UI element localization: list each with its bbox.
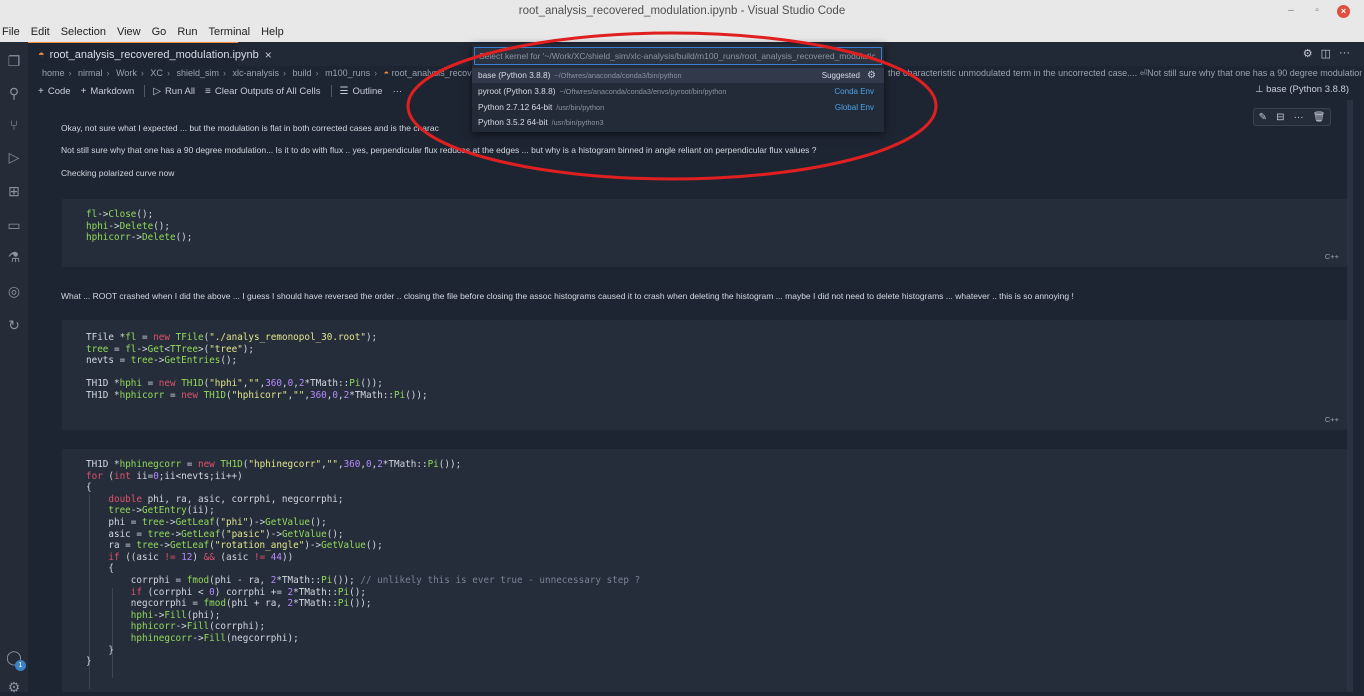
breadcrumb-item[interactable]: home — [42, 68, 65, 78]
settings-gear-icon[interactable]: ⚙ — [5, 678, 23, 696]
window-title: root_analysis_recovered_modulation.ipynb… — [518, 5, 846, 17]
run-all-button[interactable]: ▷ Run All — [153, 86, 195, 97]
add-markdown-cell-button[interactable]: + Markdown — [81, 86, 135, 97]
breadcrumb-item[interactable]: build — [293, 68, 312, 78]
code-editor[interactable]: fl->Close(); hphi->Delete(); hphicorr->D… — [86, 209, 192, 244]
menu-view[interactable]: View — [117, 26, 141, 38]
delete-trash-icon[interactable]: 🗑 — [1313, 112, 1326, 123]
maximize-icon[interactable]: ▫ — [1311, 3, 1323, 19]
breadcrumb-item[interactable]: nirmal — [78, 68, 103, 78]
run-debug-icon[interactable]: ▷ — [5, 148, 23, 166]
extensions-icon[interactable]: ⊞ — [5, 182, 23, 200]
code-cell[interactable]: TFile *fl = new TFile("./analys_remonopo… — [62, 320, 1347, 430]
breadcrumb-item[interactable]: xlc-analysis — [233, 68, 280, 78]
cell-toolbar: ✎ ⊟ ··· 🗑 — [1253, 108, 1331, 126]
kernel-icon: ⊥ — [1255, 84, 1264, 95]
notebook-file-icon: ◓ — [38, 48, 45, 61]
ai-icon[interactable]: ◎ — [5, 282, 23, 300]
outline-icon: ☰ — [339, 85, 349, 97]
close-window-icon[interactable]: × — [1337, 4, 1350, 18]
notebook-toolbar: + Code + Markdown ▷ Run All ≡ Clear Outputs … — [38, 83, 412, 99]
markdown-line: Checking polarized curve now — [61, 168, 175, 178]
clear-all-icon: ≡ — [205, 85, 211, 97]
breadcrumb-item[interactable]: XC — [150, 68, 163, 78]
cell-language-label[interactable]: C++ — [1325, 252, 1339, 261]
plus-icon: + — [38, 85, 44, 97]
split-editor-icon[interactable]: ◫ — [1321, 47, 1331, 60]
menu-file[interactable]: File — [2, 26, 20, 38]
source-control-icon[interactable]: ⑂ — [5, 116, 23, 134]
menu-selection[interactable]: Selection — [61, 26, 106, 38]
breadcrumb-item[interactable]: Work — [116, 68, 137, 78]
gear-icon[interactable]: ⚙ — [867, 68, 876, 83]
notebook-file-icon: ◓ — [383, 68, 390, 78]
code-editor[interactable]: TH1D *hphinegcorr = new TH1D("hphinegcor… — [86, 459, 640, 668]
run-all-icon: ▷ — [153, 85, 161, 97]
edit-pencil-icon[interactable]: ✎ — [1259, 112, 1267, 123]
tab-close-icon[interactable]: × — [265, 48, 272, 62]
outline-button[interactable]: ☰ Outline — [340, 86, 383, 97]
explorer-icon[interactable]: ❐ — [5, 52, 23, 70]
add-code-cell-button[interactable]: + Code — [38, 86, 71, 97]
gear-icon[interactable]: ⚙ — [1303, 47, 1313, 60]
kernel-option[interactable]: base (Python 3.8.8) ~/Oftwres/anaconda/co… — [472, 68, 884, 83]
tab-notebook[interactable]: ◓ root_analysis_recovered_modulation.ipy… — [28, 42, 272, 66]
breadcrumb-item[interactable]: shield_sim — [176, 68, 219, 78]
menu-help[interactable]: Help — [261, 26, 284, 38]
kernel-option[interactable]: pyroot (Python 3.8.8) ~/Oftwres/anaconda/… — [472, 84, 884, 99]
markdown-line: What ... ROOT crashed when I did the abo… — [61, 291, 1074, 301]
toolbar-more-button[interactable]: ··· — [393, 86, 403, 97]
activity-bar: ❐ ⚲ ⑂ ▷ ⊞ ▭ ⚗ ◎ ↻ ◯ ⚙ — [0, 42, 28, 695]
window-titlebar: root_analysis_recovered_modulation.ipynb… — [0, 0, 1364, 22]
menu-edit[interactable]: Edit — [31, 26, 50, 38]
split-cell-icon[interactable]: ⊟ — [1276, 112, 1284, 123]
code-editor[interactable]: TFile *fl = new TFile("./analys_remonopo… — [86, 332, 428, 402]
markdown-line: Not still sure why that one has a 90 deg… — [61, 145, 817, 155]
code-cell[interactable]: TH1D *hphinegcorr = new TH1D("hphinegcor… — [62, 449, 1347, 692]
tab-label: root_analysis_recovered_modulation.ipynb — [49, 48, 259, 61]
kernel-option[interactable]: Python 2.7.12 64-bit/usr/bin/python Glob… — [472, 100, 884, 115]
menu-bar: File Edit Selection View Go Run Terminal… — [0, 22, 1364, 42]
breadcrumb-cell-preview[interactable]: the characteristic unmodulated term in t… — [888, 68, 1362, 79]
search-icon[interactable]: ⚲ — [5, 84, 23, 102]
kernel-option[interactable]: Python 3.5.2 64-bit/usr/bin/python3 — [472, 115, 884, 130]
plus-icon: + — [80, 85, 87, 97]
menu-run[interactable]: Run — [177, 26, 197, 38]
notification-badge: 1 — [15, 660, 26, 671]
cell-more-icon[interactable]: ··· — [1294, 112, 1304, 123]
code-cell[interactable]: fl->Close(); hphi->Delete(); hphicorr->D… — [62, 199, 1347, 267]
kernel-search-input[interactable]: Select kernel for '~/Work/XC/shield_sim/… — [474, 47, 882, 65]
menu-go[interactable]: Go — [152, 26, 167, 38]
kernel-quick-pick: Select kernel for '~/Work/XC/shield_sim/… — [472, 44, 884, 132]
kernel-selector[interactable]: ⊥ base (Python 3.8.8) — [1255, 84, 1349, 95]
live-share-icon[interactable]: ↻ — [5, 316, 23, 334]
minimize-icon[interactable]: – — [1285, 3, 1297, 19]
vertical-scrollbar[interactable] — [1347, 100, 1353, 692]
remote-explorer-icon[interactable]: ▭ — [5, 216, 23, 234]
markdown-line: Okay, not sure what I expected ... but t… — [61, 123, 439, 133]
more-actions-icon[interactable]: ··· — [1339, 47, 1350, 60]
clear-outputs-button[interactable]: ≡ Clear Outputs of All Cells — [205, 86, 320, 97]
testing-flask-icon[interactable]: ⚗ — [5, 248, 23, 266]
cell-language-label[interactable]: C++ — [1325, 415, 1339, 424]
menu-terminal[interactable]: Terminal — [209, 26, 251, 38]
breadcrumb-item[interactable]: m100_runs — [325, 68, 370, 78]
